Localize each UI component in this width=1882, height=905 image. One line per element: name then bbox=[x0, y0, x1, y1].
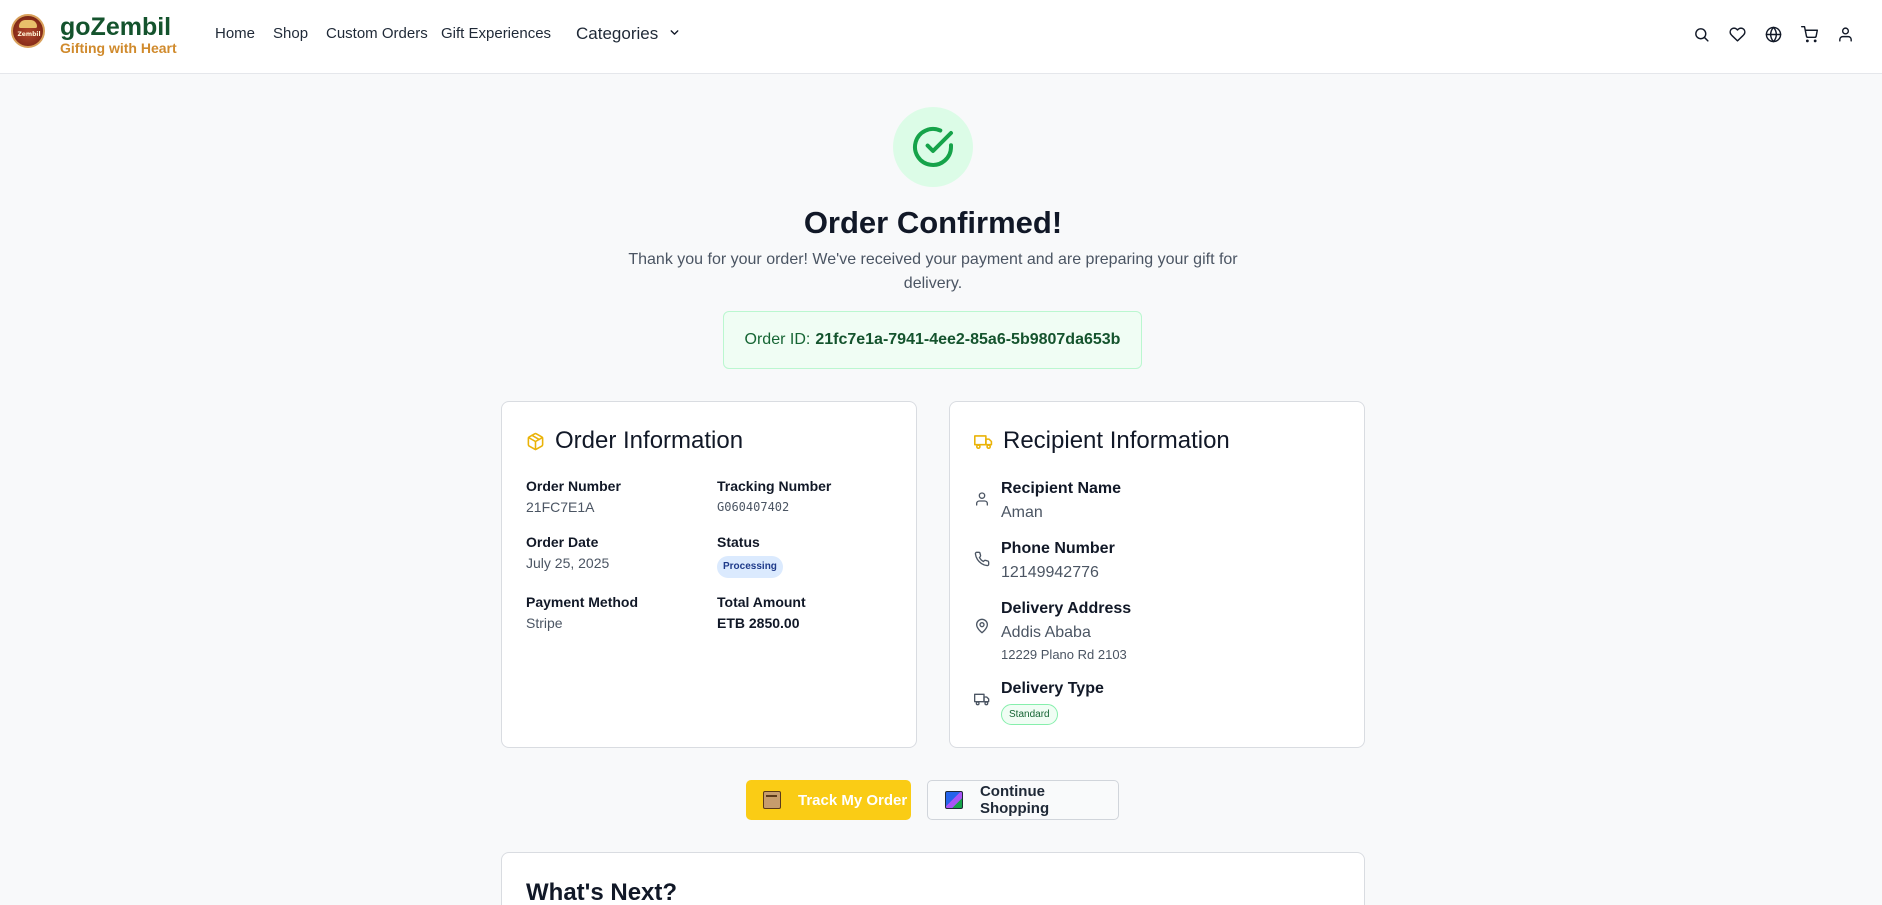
delivery-address-label: Delivery Address bbox=[1001, 600, 1132, 617]
status-badge: Processing bbox=[717, 556, 783, 578]
chevron-down-icon bbox=[668, 23, 681, 45]
order-id-label: Order ID: bbox=[744, 331, 811, 348]
recipient-information-card: Recipient Information Recipient Name Ama… bbox=[949, 401, 1365, 748]
delivery-address-text: Delivery Address Addis Ababa 12229 Plano… bbox=[1001, 599, 1131, 663]
nav-custom-orders[interactable]: Custom Orders bbox=[326, 25, 428, 43]
brand-name[interactable]: goZembil bbox=[60, 13, 171, 41]
order-date-field: Order Date July 25, 2025 bbox=[526, 533, 706, 572]
heart-icon[interactable] bbox=[1727, 24, 1747, 44]
nav-home[interactable]: Home bbox=[215, 25, 255, 43]
logo-lettering: Zembil bbox=[17, 31, 41, 38]
categories-label: Categories bbox=[576, 24, 659, 43]
confirmation-message: Thank you for your order! We've received… bbox=[628, 251, 1238, 292]
order-information-heading: Order Information bbox=[526, 426, 743, 456]
order-id-value: 21fc7e1a-7941-4ee2-85a6-5b9807da653b bbox=[815, 331, 1121, 348]
delivery-type-label: Delivery Type bbox=[1001, 680, 1104, 697]
success-badge bbox=[893, 107, 973, 187]
recipient-name-field: Recipient Name Aman bbox=[974, 479, 1334, 521]
phone-number-value: 12149942776 bbox=[1001, 564, 1099, 581]
delivery-type-text: Delivery Type Standard bbox=[1001, 679, 1104, 725]
payment-method-field: Payment Method Stripe bbox=[526, 593, 706, 632]
recipient-name-text: Recipient Name Aman bbox=[1001, 479, 1121, 523]
nav-shop[interactable]: Shop bbox=[273, 25, 308, 43]
tracking-number-value: G060407402 bbox=[717, 500, 790, 514]
package-icon bbox=[763, 791, 781, 809]
order-number-value: 21FC7E1A bbox=[526, 499, 595, 515]
delivery-address-field: Delivery Address Addis Ababa 12229 Plano… bbox=[974, 599, 1334, 662]
continue-shopping-button[interactable]: Continue Shopping bbox=[927, 780, 1119, 820]
brand-logo[interactable]: Zembil bbox=[11, 14, 45, 48]
whats-next-title: What's Next? bbox=[526, 879, 678, 905]
user-icon bbox=[974, 491, 990, 507]
total-amount-value: ETB 2850.00 bbox=[717, 615, 800, 631]
track-order-button[interactable]: Track My Order bbox=[746, 780, 911, 820]
order-number-field: Order Number 21FC7E1A bbox=[526, 477, 706, 516]
delivery-address-city: Addis Ababa bbox=[1001, 624, 1091, 641]
order-date-label: Order Date bbox=[526, 534, 599, 550]
map-pin-icon bbox=[974, 618, 990, 634]
order-id-box: Order ID: 21fc7e1a-7941-4ee2-85a6-5b9807… bbox=[723, 311, 1142, 369]
order-number-label: Order Number bbox=[526, 478, 621, 494]
delivery-address-street: 12229 Plano Rd 2103 bbox=[1001, 647, 1127, 662]
order-information-card: Order Information Order Number 21FC7E1A … bbox=[501, 401, 917, 748]
user-icon[interactable] bbox=[1835, 24, 1855, 44]
nav-gift-experiences[interactable]: Gift Experiences bbox=[441, 25, 551, 43]
recipient-information-heading: Recipient Information bbox=[974, 426, 1230, 456]
shopping-bag-icon bbox=[945, 791, 963, 809]
globe-icon[interactable] bbox=[1763, 24, 1783, 44]
order-date-value: July 25, 2025 bbox=[526, 555, 610, 571]
page-title: Order Confirmed! bbox=[803, 205, 1063, 240]
order-information-title: Order Information bbox=[555, 427, 744, 454]
tracking-number-field: Tracking Number G060407402 bbox=[717, 477, 897, 516]
categories-dropdown[interactable]: Categories bbox=[576, 23, 681, 45]
payment-method-value: Stripe bbox=[526, 615, 563, 631]
recipient-name-label: Recipient Name bbox=[1001, 480, 1122, 497]
package-icon bbox=[527, 432, 544, 450]
check-circle-icon bbox=[913, 126, 953, 167]
tracking-number-label: Tracking Number bbox=[717, 478, 832, 494]
payment-method-label: Payment Method bbox=[526, 594, 639, 610]
track-order-label: Track My Order bbox=[798, 791, 908, 809]
phone-number-text: Phone Number 12149942776 bbox=[1001, 539, 1115, 583]
total-amount-field: Total Amount ETB 2850.00 bbox=[717, 593, 897, 632]
truck-icon bbox=[974, 434, 993, 449]
phone-icon bbox=[974, 551, 990, 567]
recipient-information-title: Recipient Information bbox=[1003, 427, 1230, 454]
search-icon[interactable] bbox=[1691, 24, 1711, 44]
status-label: Status bbox=[717, 534, 760, 550]
recipient-name-value: Aman bbox=[1001, 504, 1043, 521]
phone-number-label: Phone Number bbox=[1001, 540, 1115, 557]
whats-next-card: What's Next? bbox=[501, 852, 1365, 905]
site-header: Zembil goZembil Gifting with Heart Home … bbox=[0, 0, 1882, 74]
status-field: Status Processing bbox=[717, 533, 897, 578]
phone-number-field: Phone Number 12149942776 bbox=[974, 539, 1334, 581]
delivery-type-field: Delivery Type Standard bbox=[974, 679, 1334, 725]
brand-tagline: Gifting with Heart bbox=[60, 40, 177, 56]
continue-shopping-label: Continue Shopping bbox=[979, 783, 1050, 817]
total-amount-label: Total Amount bbox=[717, 594, 806, 610]
delivery-type-badge: Standard bbox=[1001, 704, 1058, 725]
truck-icon bbox=[974, 691, 990, 707]
cart-icon[interactable] bbox=[1799, 24, 1819, 44]
